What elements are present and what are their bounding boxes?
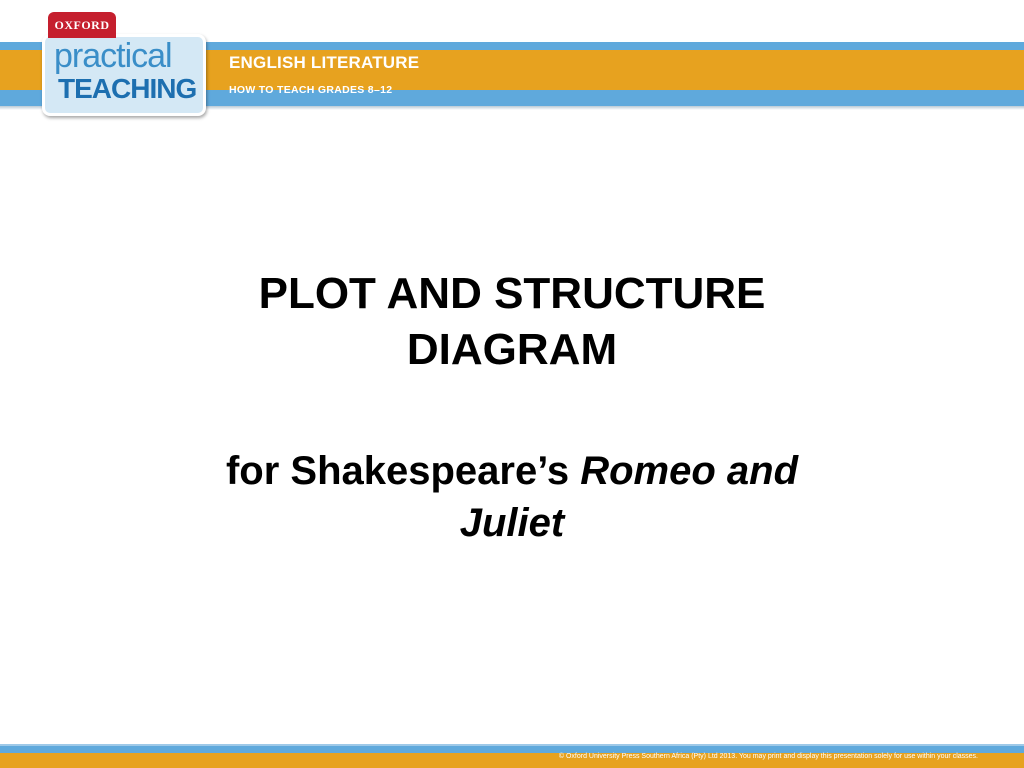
footer-blue-stripe: [0, 746, 1024, 753]
copyright-notice: © Oxford University Press Southern Afric…: [558, 753, 978, 760]
subject-label: ENGLISH LITERATURE: [229, 53, 420, 72]
subtitle-plain: for Shakespeare’s: [225, 449, 570, 493]
logo-word-practical: practical: [54, 37, 173, 75]
oxford-tab: OXFORD: [48, 12, 116, 38]
practical-teaching-logo: OXFORD practical TEACHING: [38, 12, 206, 116]
subtitle-line1: for Shakespeare’s Romeo and: [150, 445, 874, 497]
subtitle-work-title-part2: Juliet: [459, 501, 565, 545]
grades-label: HOW TO TEACH GRADES 8–12: [229, 84, 393, 96]
subtitle-work-title-part1: Romeo and: [580, 449, 799, 493]
slide-title-line1: PLOT AND STRUCTURE: [258, 269, 766, 318]
logo-word-teaching: TEACHING: [58, 73, 197, 104]
slide-subtitle: for Shakespeare’s Romeo and Juliet: [150, 445, 874, 549]
slide-title: PLOT AND STRUCTURE DIAGRAM: [0, 266, 1024, 378]
slide-title-line2: DIAGRAM: [406, 325, 618, 374]
